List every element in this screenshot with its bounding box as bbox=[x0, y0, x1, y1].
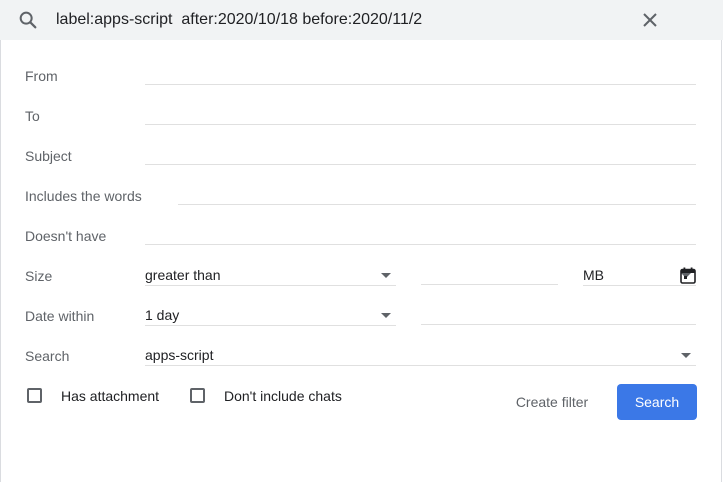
doesnt-have-label: Doesn't have bbox=[25, 228, 107, 244]
create-filter-button[interactable]: Create filter bbox=[498, 384, 606, 420]
subject-field[interactable] bbox=[145, 143, 696, 165]
dropdown-arrow-icon bbox=[381, 313, 391, 318]
has-attachment-label: Has attachment bbox=[61, 388, 160, 404]
calendar-icon[interactable] bbox=[680, 267, 696, 284]
includes-words-field[interactable] bbox=[178, 183, 696, 205]
search-icon[interactable] bbox=[17, 9, 39, 31]
dropdown-arrow-icon bbox=[681, 353, 691, 358]
size-value-field[interactable] bbox=[421, 263, 558, 285]
to-label: To bbox=[25, 108, 40, 124]
date-within-label: Date within bbox=[25, 308, 95, 324]
size-unit-value: MB bbox=[583, 267, 604, 283]
size-operator-select[interactable]: greater than bbox=[145, 264, 396, 286]
has-attachment-checkbox[interactable] bbox=[27, 388, 42, 403]
size-operator-value: greater than bbox=[145, 267, 221, 283]
search-button[interactable]: Search bbox=[617, 384, 697, 420]
to-field[interactable] bbox=[145, 103, 696, 125]
date-within-select[interactable]: 1 day bbox=[145, 304, 396, 326]
includes-words-label: Includes the words bbox=[25, 188, 142, 204]
search-scope-value: apps-script bbox=[145, 347, 214, 363]
search-scope-select[interactable]: apps-script bbox=[145, 344, 696, 366]
size-label: Size bbox=[25, 268, 53, 284]
from-field[interactable] bbox=[145, 63, 696, 85]
dont-include-chats-label: Don't include chats bbox=[224, 388, 342, 404]
search-scope-label: Search bbox=[25, 348, 70, 364]
search-query-input[interactable] bbox=[56, 7, 616, 33]
search-bar bbox=[0, 0, 723, 40]
doesnt-have-field[interactable] bbox=[145, 223, 696, 245]
subject-label: Subject bbox=[25, 148, 72, 164]
date-within-value: 1 day bbox=[145, 307, 180, 323]
from-label: From bbox=[25, 68, 58, 84]
date-field[interactable] bbox=[421, 303, 696, 325]
dont-include-chats-checkbox[interactable] bbox=[190, 388, 205, 403]
close-icon[interactable] bbox=[638, 8, 662, 32]
dropdown-arrow-icon bbox=[381, 273, 391, 278]
